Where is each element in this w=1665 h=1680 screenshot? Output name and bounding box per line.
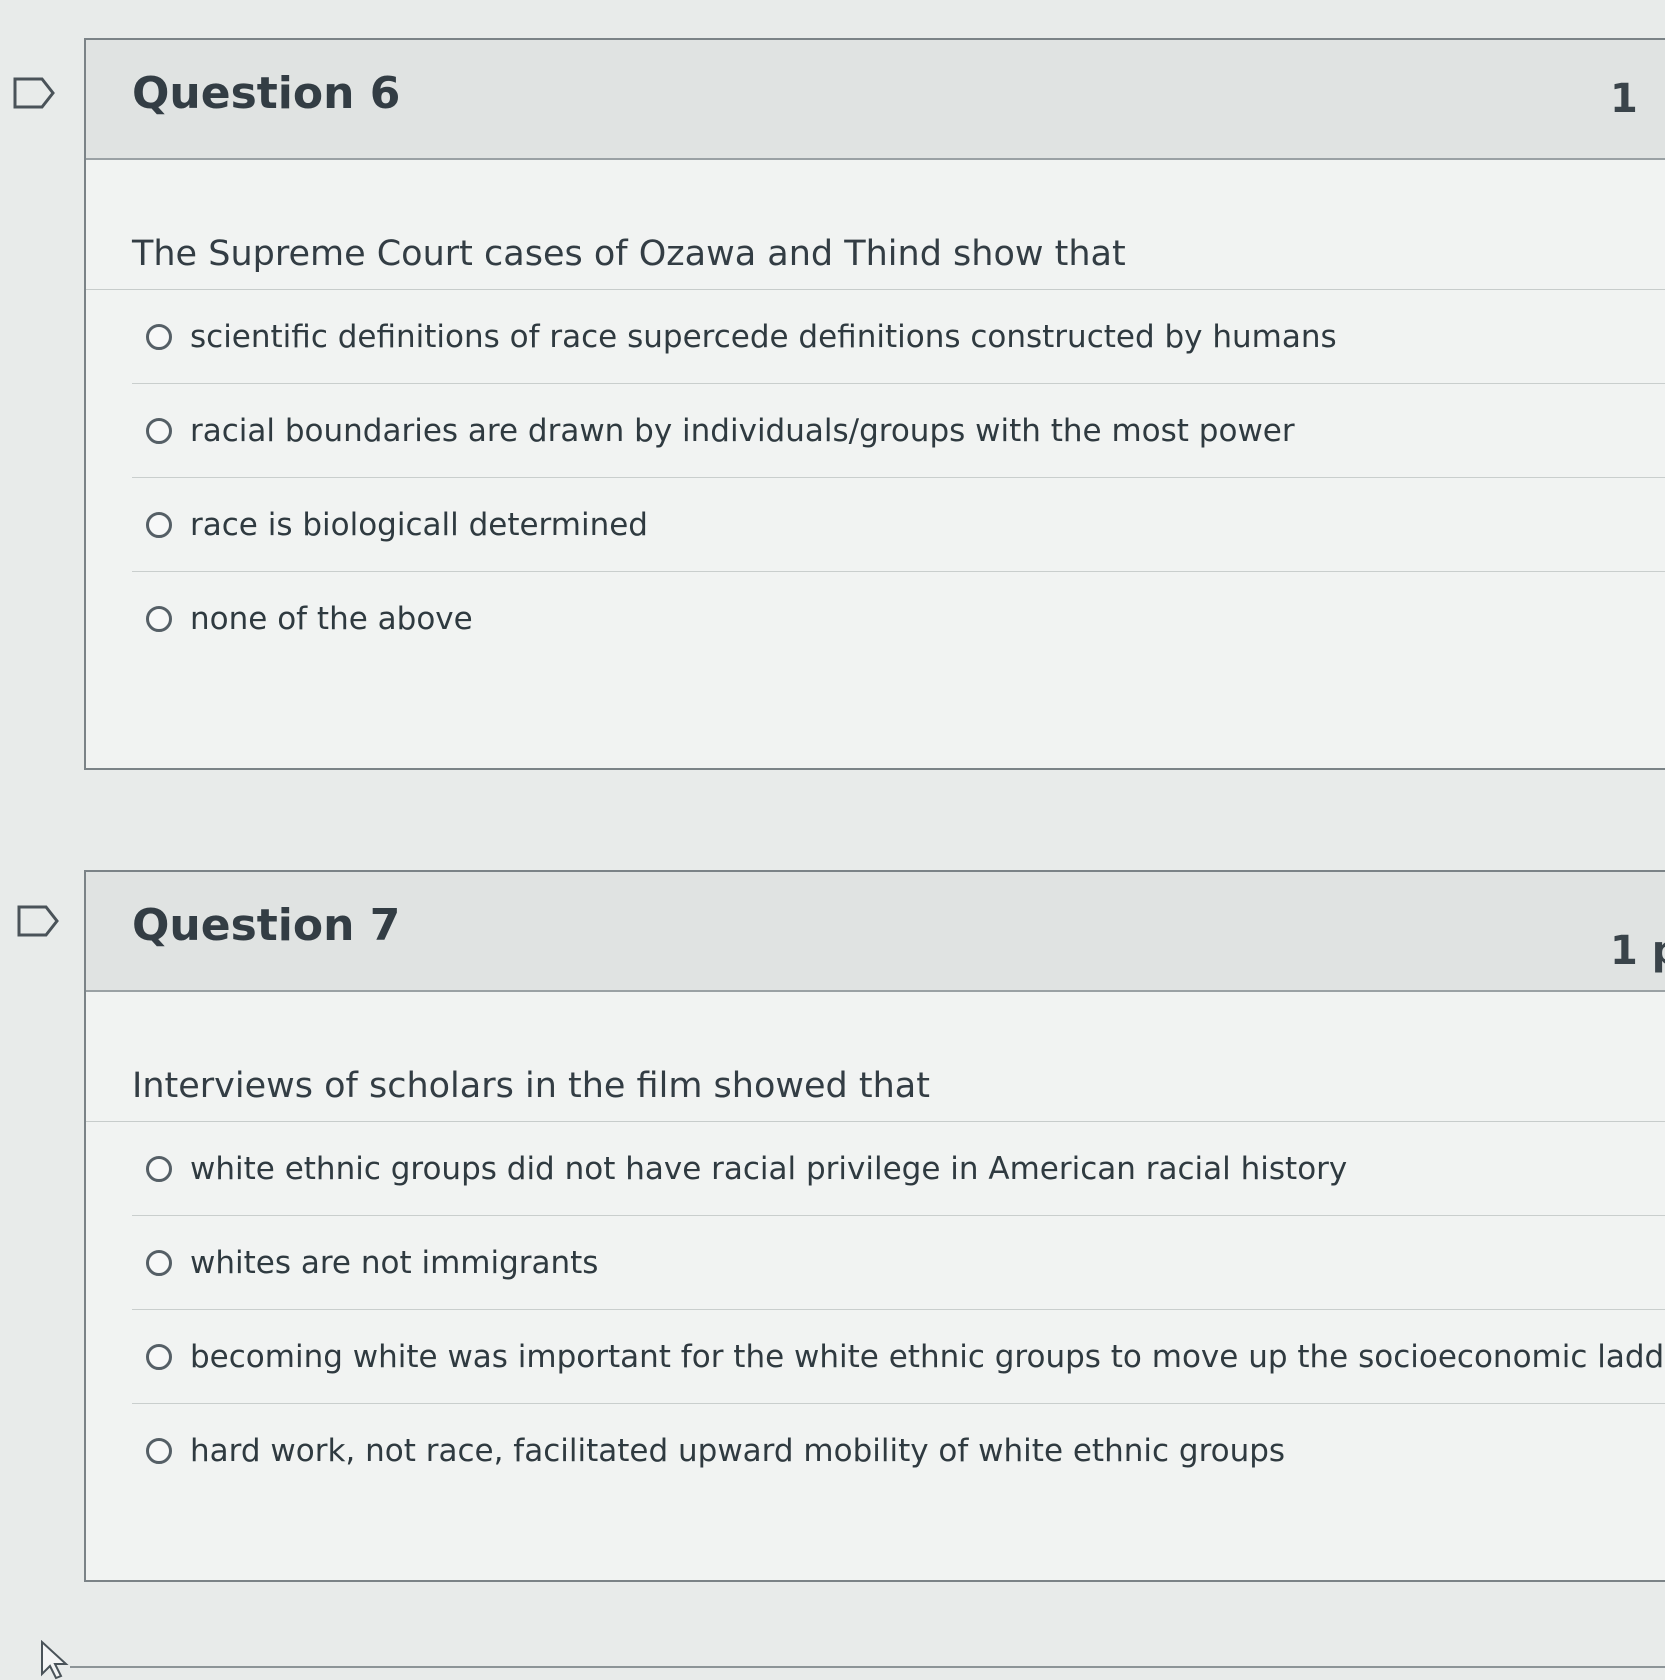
radio-button[interactable] [146, 606, 172, 632]
answer-option[interactable]: racial boundaries are drawn by individua… [132, 384, 1665, 478]
answer-option[interactable]: none of the above [132, 572, 1665, 666]
answer-label: race is biologicall determined [190, 506, 648, 543]
question-7-answers: white ethnic groups did not have racial … [132, 1122, 1665, 1498]
flag-question-6-icon[interactable] [12, 76, 56, 110]
page-divider [70, 1666, 1665, 1668]
answer-option[interactable]: becoming white was important for the whi… [132, 1310, 1665, 1404]
radio-button[interactable] [146, 1343, 172, 1370]
question-6-text: The Supreme Court cases of Ozawa and Thi… [86, 160, 1665, 290]
question-7-text: Interviews of scholars in the film showe… [86, 992, 1665, 1122]
question-6-card: Question 6 1 The Supreme Court cases of … [84, 38, 1665, 770]
question-7-card: Question 7 1 p Interviews of scholars in… [84, 870, 1665, 1582]
question-6-header: Question 6 1 [86, 40, 1665, 160]
answer-label: white ethnic groups did not have racial … [190, 1150, 1348, 1187]
answer-option[interactable]: race is biologicall determined [132, 478, 1665, 572]
radio-button[interactable] [146, 511, 172, 538]
question-7-title: Question 7 [132, 900, 401, 951]
answer-option[interactable]: hard work, not race, facilitated upward … [132, 1404, 1665, 1498]
answer-label: becoming white was important for the whi… [190, 1338, 1665, 1375]
answer-label: none of the above [190, 601, 473, 637]
answer-label: racial boundaries are drawn by individua… [190, 412, 1295, 449]
answer-option[interactable]: white ethnic groups did not have racial … [132, 1122, 1665, 1216]
answer-label: hard work, not race, facilitated upward … [190, 1433, 1286, 1469]
radio-button[interactable] [146, 1249, 172, 1276]
radio-button[interactable] [146, 1438, 172, 1464]
question-6-answers: scientific definitions of race supercede… [132, 290, 1665, 666]
question-6-title: Question 6 [132, 68, 401, 119]
flag-question-7-icon[interactable] [16, 904, 60, 938]
answer-option[interactable]: scientific definitions of race supercede… [132, 290, 1665, 384]
question-6-points: 1 [1610, 76, 1638, 122]
question-7-points: 1 p [1610, 928, 1665, 974]
radio-button[interactable] [146, 323, 172, 350]
mouse-cursor-icon [41, 1640, 69, 1680]
answer-label: scientific definitions of race supercede… [190, 318, 1337, 355]
answer-label: whites are not immigrants [190, 1244, 599, 1281]
question-7-header: Question 7 1 p [86, 872, 1665, 992]
radio-button[interactable] [146, 1155, 172, 1182]
answer-option[interactable]: whites are not immigrants [132, 1216, 1665, 1310]
radio-button[interactable] [146, 417, 172, 444]
